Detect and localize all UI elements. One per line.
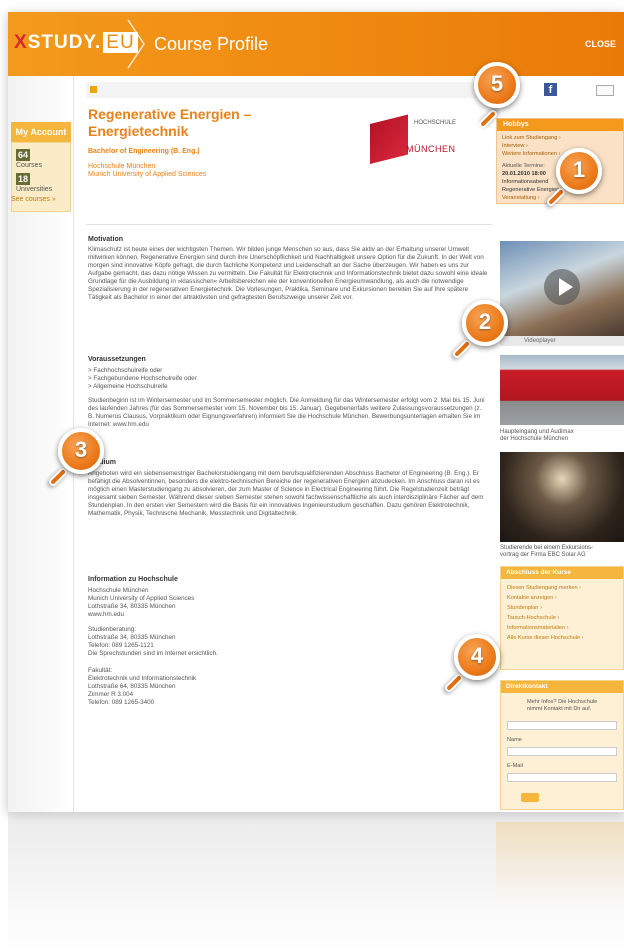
breadcrumb-bar: [86, 82, 496, 98]
page-title: Course Profile: [154, 34, 269, 54]
lecture-photo-caption: Studierende bei einem Exkursions- vortra…: [500, 545, 594, 558]
hm-logo-name: HOCHSCHULE: [414, 120, 457, 126]
contact-form-intro: Mehr Infos? Die Hochschule nimmt Kontakt…: [527, 699, 598, 712]
stat-universities: 18 Universities: [16, 173, 52, 193]
action-link[interactable]: Stundenplan ›: [507, 605, 542, 611]
study-text: Angeboten wird ein siebensemestriger Bac…: [88, 470, 484, 517]
callout-number: 4: [470, 643, 484, 668]
university-name-de[interactable]: Hochschule München: [88, 163, 155, 170]
callout-5: 5: [474, 62, 536, 130]
play-icon[interactable]: [559, 278, 573, 296]
requirements-heading: Voraussetzungen: [88, 356, 146, 363]
callout-2: 2: [451, 300, 524, 362]
mail-icon[interactable]: [596, 85, 614, 96]
action-link[interactable]: Informationsmaterialien ›: [507, 625, 569, 631]
news-link[interactable]: Interview ›: [502, 143, 528, 149]
info-advice: Studienberatung: Lothstraße 34, 80335 Mü…: [88, 626, 218, 657]
course-main-content: Regenerative Energien – Energietechnik B…: [86, 106, 492, 806]
right-sidebar: Hobbys Link zum Studiengang › Interview …: [496, 106, 624, 810]
requirements-list: > Fachhochschulreife oder > Fachgebunden…: [88, 367, 197, 390]
news-heading: Aktuelle Termine:: [502, 163, 545, 169]
news-link[interactable]: Veranstaltung ›: [502, 195, 540, 201]
news-event: Informationsabend: [502, 179, 549, 185]
course-actions-box: Abschluss der Kurse Diesen Studiengang m…: [500, 566, 624, 670]
action-link[interactable]: Tausch-Hochschule ›: [507, 615, 559, 621]
motivation-text: Klimaschutz ist heute eines der wichtigs…: [88, 246, 488, 301]
motivation-heading: Motivation: [88, 236, 123, 243]
bookmark-icon[interactable]: [90, 86, 97, 93]
campus-photo[interactable]: [500, 355, 624, 425]
xstudy-logo[interactable]: XSTUDY. EU: [14, 32, 138, 54]
callout-number: 1: [572, 157, 586, 182]
header-divider: [86, 224, 492, 225]
logo-study: STUDY.: [27, 32, 102, 53]
degree-label: Bachelor of Engineering (B. Eng.): [88, 148, 200, 155]
logo-x: X: [14, 32, 28, 53]
course-profile-page: XSTUDY. EU Course Profile CLOSE My Accoun…: [8, 12, 624, 812]
info-heading: Information zu Hochschule: [88, 576, 178, 583]
info-faculty: Fakultät: Elektrotechnik und Information…: [88, 667, 197, 706]
course-title: Regenerative Energien – Energietechnik: [88, 106, 348, 140]
header-chevron-divider: [127, 19, 145, 69]
stat-courses: 64 Courses: [16, 149, 42, 169]
email-field[interactable]: [507, 773, 617, 782]
universities-label: Universities: [16, 186, 53, 193]
callout-number: 2: [478, 309, 492, 334]
action-link[interactable]: Kontakte anzeigen ›: [507, 595, 557, 601]
courses-count: 64: [16, 149, 31, 161]
course-title-line2: Energietechnik: [88, 123, 189, 139]
news-link[interactable]: Link zum Studiengang ›: [502, 135, 561, 141]
news-link[interactable]: Weitere Informationen ›: [502, 151, 560, 157]
info-address: Hochschule München Munich University of …: [88, 587, 195, 618]
contact-form: Direktkontakt Mehr Infos? Die Hochschule…: [500, 680, 624, 810]
close-button[interactable]: CLOSE: [585, 39, 616, 49]
reflection-sidebar: [496, 822, 624, 902]
callout-number: 5: [490, 71, 504, 96]
contact-form-title: Direktkontakt: [501, 681, 623, 693]
callout-3: 3: [47, 428, 120, 490]
campus-photo-caption: Haupteingang und Audimax der Hochschule …: [500, 429, 574, 442]
callout-number: 3: [74, 437, 88, 462]
name-field[interactable]: [507, 747, 617, 756]
course-actions-title: Abschluss der Kurse: [501, 567, 623, 579]
university-logo: HOCHSCHULE MÜNCHEN: [370, 114, 470, 164]
hm-logo-mark: [370, 114, 408, 164]
lecture-photo[interactable]: [500, 452, 624, 542]
name-label: Name: [507, 737, 522, 743]
course-title-line1: Regenerative Energien –: [88, 106, 252, 122]
see-courses-link[interactable]: See courses »: [11, 196, 56, 203]
action-link[interactable]: Diesen Studiengang merken ›: [507, 585, 581, 591]
requirements-text: Studienbeginn ist im Wintersemester und …: [88, 397, 485, 428]
university-name-en[interactable]: Munich University of Applied Sciences: [88, 171, 206, 178]
universities-count: 18: [16, 173, 31, 185]
callout-4: 4: [443, 634, 516, 696]
send-button[interactable]: [521, 793, 539, 802]
action-link[interactable]: Alle Kurse dieser Hochschule ›: [507, 635, 583, 641]
news-date: 20.01.2010 18:00: [502, 171, 546, 177]
courses-label: Courses: [16, 162, 43, 169]
email-label: E-Mail: [507, 763, 523, 769]
hm-logo-city: MÜNCHEN: [406, 144, 456, 154]
facebook-icon[interactable]: f: [544, 83, 557, 96]
video-label: Videoplayer: [524, 338, 556, 344]
page-reflection: [8, 812, 624, 952]
callout-1: 1: [545, 148, 618, 210]
contact-message-field[interactable]: [507, 721, 617, 730]
my-account-tab[interactable]: My Account: [11, 122, 71, 142]
news-event: Regenerative Energien: [502, 187, 560, 193]
